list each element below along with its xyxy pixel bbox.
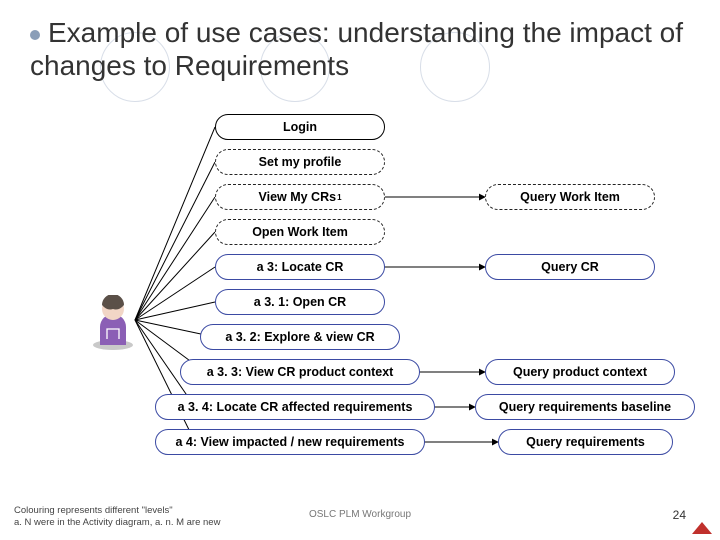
usecase-set-profile: Set my profile [215, 149, 385, 175]
slide-title: Example of use cases: understanding the … [30, 16, 690, 82]
usecase-query-req-baseline: Query requirements baseline [475, 394, 695, 420]
usecase-a4-view-impacted: a 4: View impacted / new requirements [155, 429, 425, 455]
usecase-a33-prod-context: a 3. 3: View CR product context [180, 359, 420, 385]
usecase-a32-explore: a 3. 2: Explore & view CR [200, 324, 400, 350]
usecase-login: Login [215, 114, 385, 140]
usecase-a31-open-cr: a 3. 1: Open CR [215, 289, 385, 315]
bullet-icon [30, 30, 40, 40]
usecase-view-my-crs: View My CRs1 [215, 184, 385, 210]
usecase-query-cr: Query CR [485, 254, 655, 280]
usecase-a3-locate-cr: a 3: Locate CR [215, 254, 385, 280]
footer-center: OSLC PLM Workgroup [0, 509, 720, 520]
usecase-query-prod-context: Query product context [485, 359, 675, 385]
title-text: Example of use cases: understanding the … [30, 17, 683, 81]
footer-page-number: 24 [673, 508, 686, 522]
actor-icon [90, 295, 136, 351]
usecase-query-work-item: Query Work Item [485, 184, 655, 210]
corner-triangle-icon [692, 522, 712, 534]
usecase-a34-affected-req: a 3. 4: Locate CR affected requirements [155, 394, 435, 420]
usecase-open-work-item: Open Work Item [215, 219, 385, 245]
usecase-query-requirements: Query requirements [498, 429, 673, 455]
